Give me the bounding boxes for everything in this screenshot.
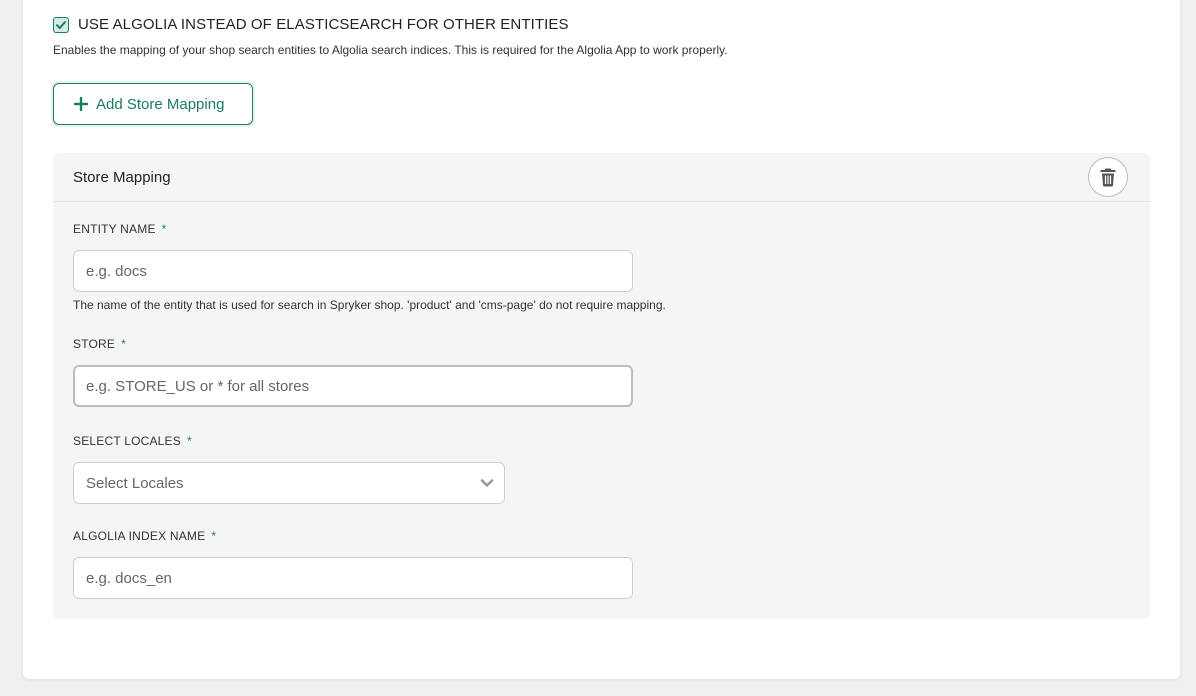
delete-store-mapping-button[interactable] [1088, 157, 1128, 197]
required-mark: * [186, 434, 192, 448]
locales-label-text: SELECT LOCALES [73, 434, 181, 448]
algolia-index-name-input[interactable] [73, 557, 633, 599]
check-icon [56, 21, 66, 29]
use-algolia-row: USE ALGOLIA INSTEAD OF ELASTICSEARCH FOR… [53, 16, 569, 34]
store-mapping-title: Store Mapping [73, 169, 171, 186]
entity-name-label: ENTITY NAME * [73, 222, 167, 236]
required-mark: * [161, 222, 167, 236]
store-mapping-panel: Store Mapping ENTITY NAME * The name of t… [53, 153, 1150, 619]
chevron-down-icon [480, 479, 494, 487]
store-label-text: STORE [73, 337, 116, 351]
required-mark: * [121, 337, 126, 351]
algolia-index-name-label: ALGOLIA INDEX NAME * [73, 529, 216, 543]
entity-name-help: The name of the entity that is used for … [73, 298, 666, 312]
trash-icon [1100, 168, 1116, 187]
add-store-mapping-button[interactable]: Add Store Mapping [53, 83, 253, 125]
use-algolia-help: Enables the mapping of your shop search … [53, 43, 728, 57]
locales-select[interactable]: Select Locales [73, 462, 505, 504]
store-input[interactable] [73, 365, 633, 407]
entity-name-input[interactable] [73, 250, 633, 292]
entity-name-label-text: ENTITY NAME [73, 222, 156, 236]
use-algolia-checkbox[interactable] [53, 17, 69, 33]
required-mark: * [211, 529, 217, 543]
store-label: STORE * [73, 337, 126, 351]
algolia-index-name-label-text: ALGOLIA INDEX NAME [73, 529, 206, 543]
store-mapping-header: Store Mapping [53, 153, 1150, 202]
add-store-mapping-label: Add Store Mapping [96, 95, 225, 113]
locales-select-placeholder: Select Locales [86, 475, 184, 492]
plus-icon [74, 97, 88, 111]
use-algolia-label[interactable]: USE ALGOLIA INSTEAD OF ELASTICSEARCH FOR… [78, 16, 569, 34]
locales-label: SELECT LOCALES * [73, 434, 192, 448]
